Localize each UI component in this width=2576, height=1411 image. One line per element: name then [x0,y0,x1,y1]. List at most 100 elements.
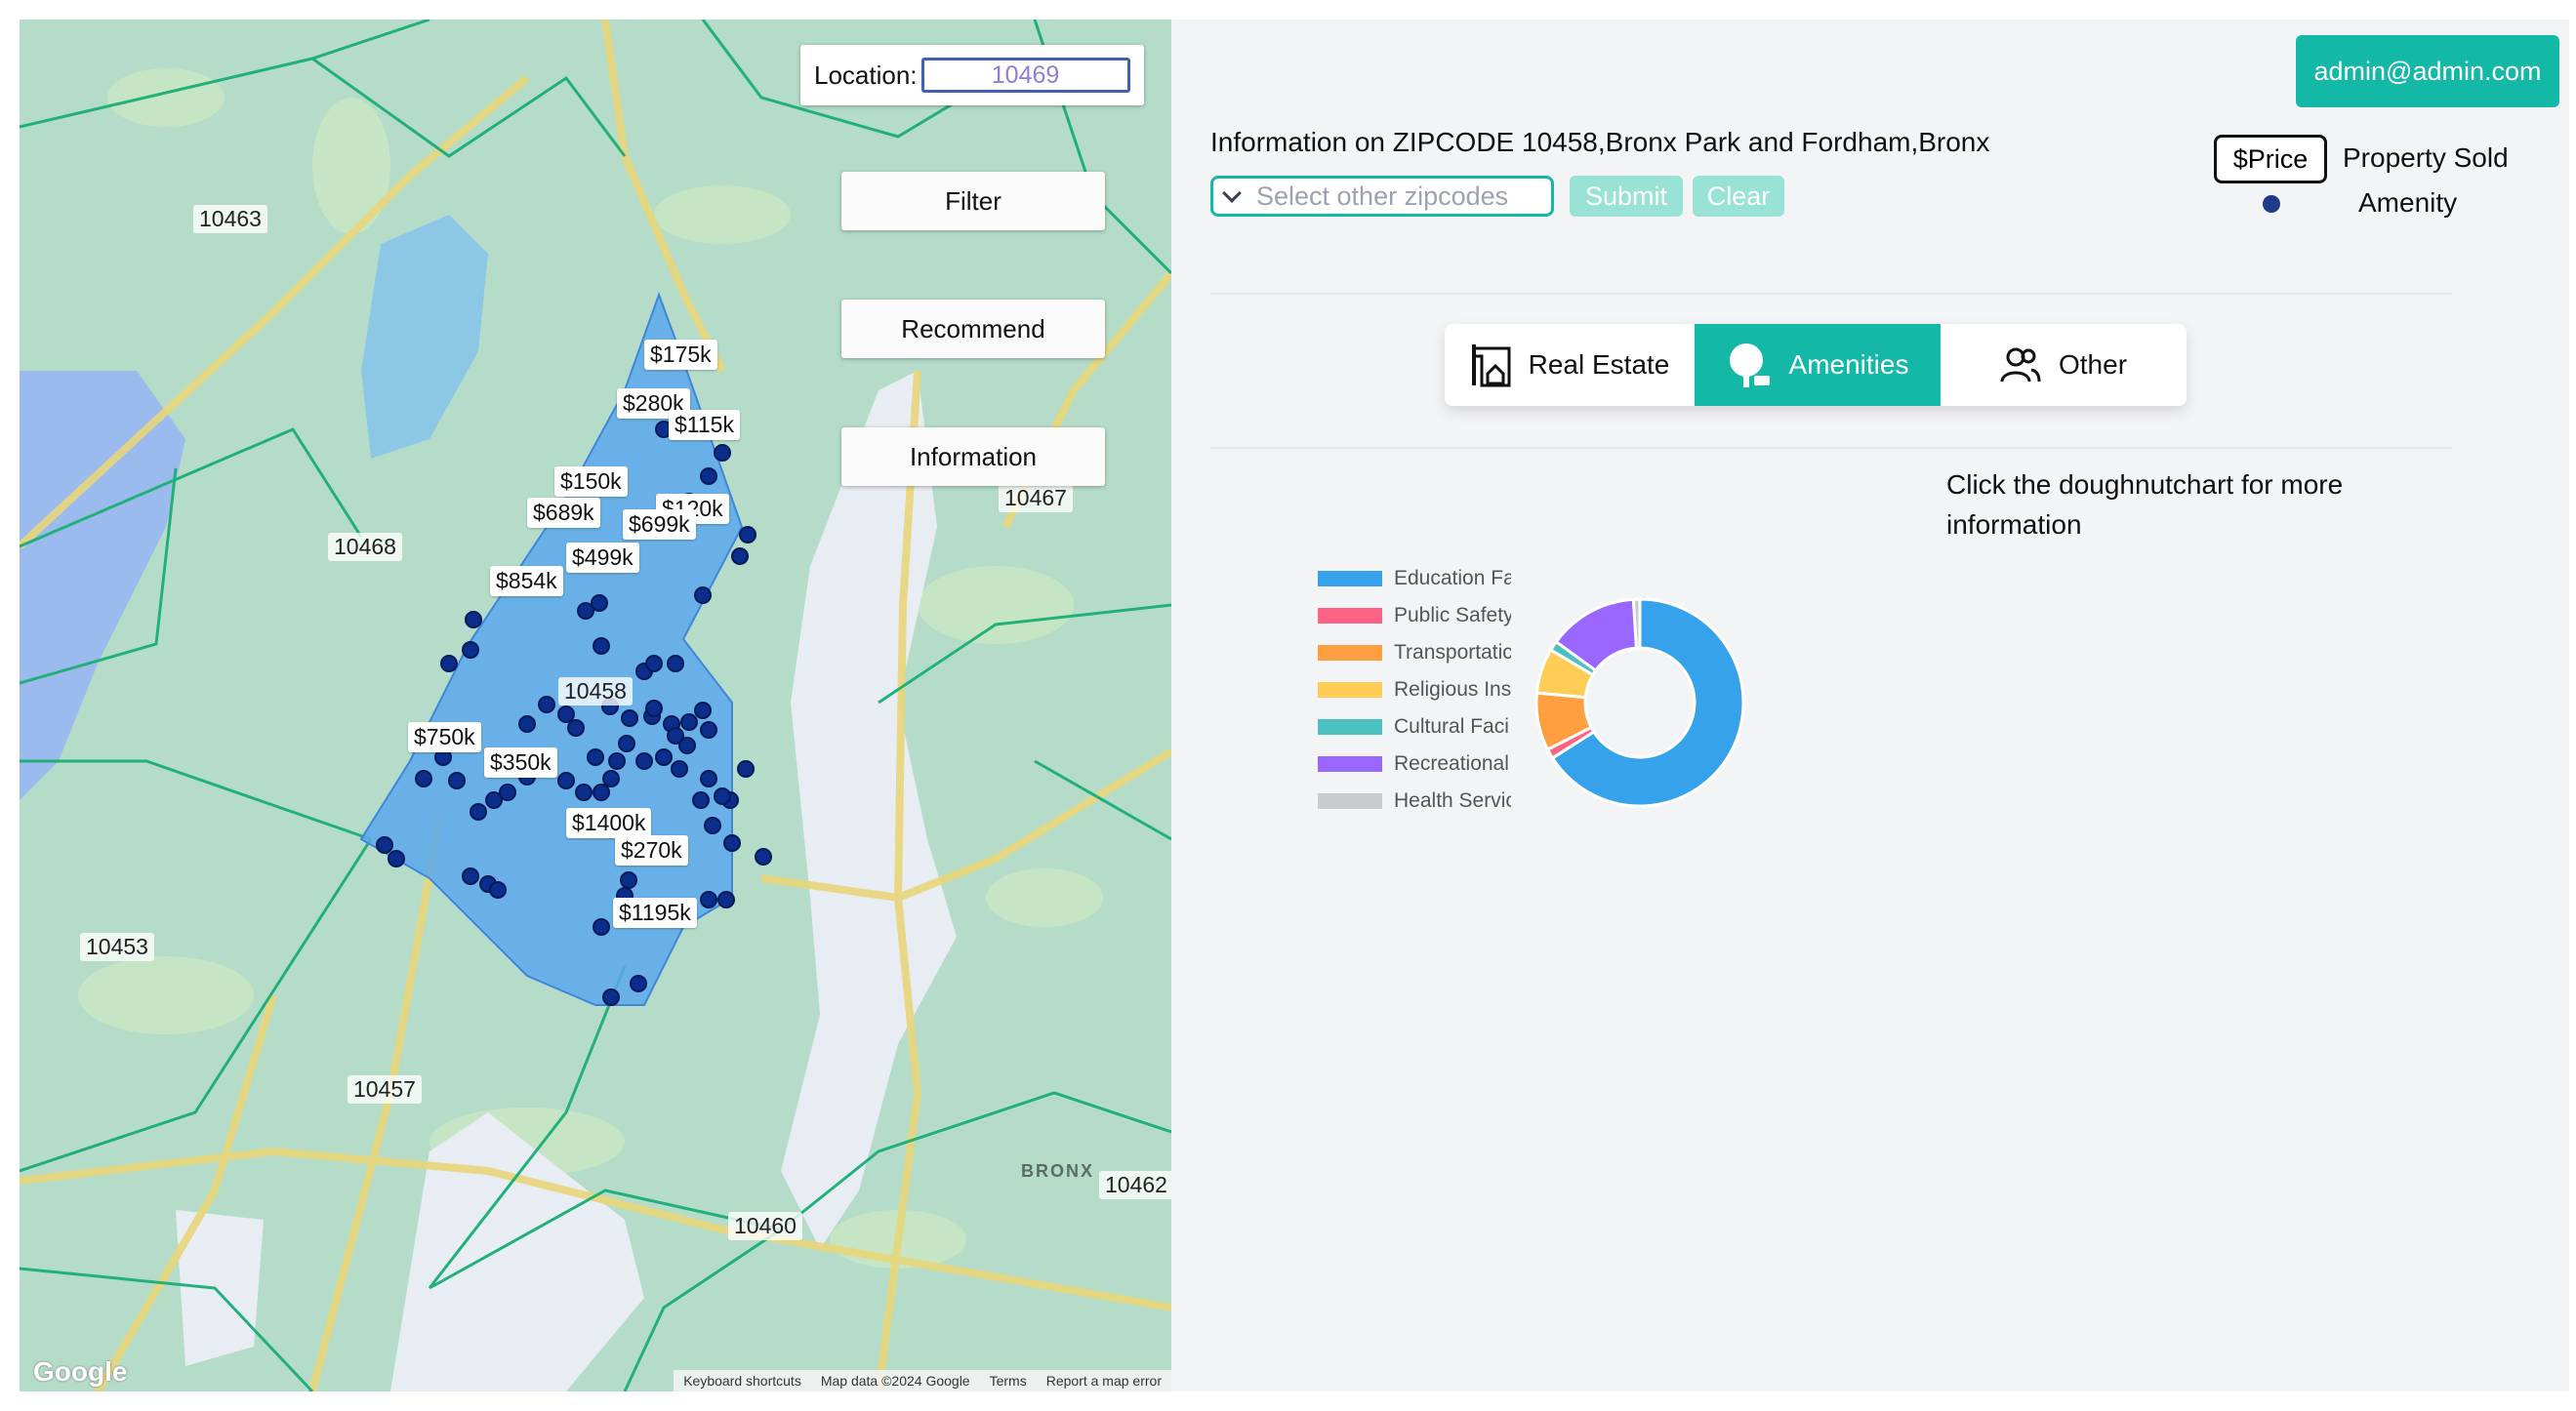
zipcode-select-placeholder: Select other zipcodes [1256,181,1509,211]
amenity-marker[interactable] [717,891,735,908]
amenity-marker[interactable] [723,834,741,852]
price-tag[interactable]: $270k [615,835,688,866]
price-tag[interactable]: $854k [490,566,563,596]
amenity-marker[interactable] [700,721,717,739]
user-account-button[interactable]: admin@admin.com [2296,35,2559,107]
legend-item[interactable]: Cultural Faci [1318,708,1513,746]
legend-item[interactable]: Health Servic [1318,783,1513,820]
location-input[interactable] [920,58,1130,93]
clear-button[interactable]: Clear [1693,176,1784,217]
legend-item[interactable]: Education Fa [1318,560,1513,597]
area-label: BRONX [1021,1161,1095,1181]
amenity-marker[interactable] [462,867,479,885]
tab-amenities[interactable]: Amenities [1695,324,1941,406]
price-tag[interactable]: $175k [644,340,717,370]
amenity-marker[interactable] [465,611,482,628]
amenity-marker[interactable] [700,891,717,908]
chevron-down-icon [1222,183,1242,203]
amenity-marker[interactable] [671,760,688,778]
amenity-marker[interactable] [645,655,663,672]
report-error-link[interactable]: Report a map error [1037,1370,1171,1391]
amenity-marker[interactable] [388,850,405,867]
legend-label: Cultural Faci [1394,715,1509,738]
amenity-marker[interactable] [567,719,585,737]
amenity-marker[interactable] [470,803,487,821]
price-tag[interactable]: $699k [623,509,696,540]
legend-item[interactable]: Recreational [1318,746,1513,783]
amenity-marker[interactable] [440,655,458,672]
amenities-doughnut-chart[interactable] [1513,576,1767,829]
amenity-marker[interactable] [376,836,393,854]
price-tag[interactable]: $1400k [566,808,652,838]
amenity-marker[interactable] [731,547,749,565]
amenity-marker[interactable] [739,526,756,544]
amenity-marker[interactable] [618,735,635,752]
amenity-marker[interactable] [678,737,696,754]
amenity-marker[interactable] [680,713,698,731]
price-tag[interactable]: $1195k [613,898,697,928]
legend-item[interactable]: Public Safety [1318,597,1513,634]
amenity-marker[interactable] [557,706,575,723]
amenity-marker[interactable] [737,760,755,778]
amenity-marker[interactable] [538,696,555,713]
submit-button[interactable]: Submit [1570,176,1683,217]
terms-link[interactable]: Terms [980,1370,1037,1391]
legend-swatch [1318,608,1382,624]
zip-label: 10468 [328,533,402,561]
amenity-marker[interactable] [714,787,731,805]
zipcode-select[interactable]: Select other zipcodes [1210,176,1554,217]
amenity-marker[interactable] [667,655,684,672]
amenity-marker[interactable] [755,848,772,866]
amenity-marker[interactable] [692,791,710,809]
amenity-marker[interactable] [485,791,503,809]
amenity-marker[interactable] [593,784,610,801]
amenity-marker[interactable] [575,784,593,801]
map-footer: Keyboard shortcuts Map data ©2024 Google… [674,1370,1171,1391]
keyboard-shortcuts-link[interactable]: Keyboard shortcuts [674,1370,811,1391]
legend-swatch [1318,682,1382,698]
zip-label: 10458 [558,677,633,706]
amenity-marker[interactable] [593,918,610,936]
filter-button[interactable]: Filter [841,172,1105,230]
price-tag[interactable]: $499k [566,543,639,573]
amenity-marker[interactable] [448,772,466,789]
amenity-marker[interactable] [630,975,647,992]
amenity-marker[interactable] [700,770,717,787]
legend-item[interactable]: Transportatic [1318,634,1513,671]
recommend-button[interactable]: Recommend [841,300,1105,358]
amenity-marker[interactable] [694,702,712,719]
amenity-marker[interactable] [694,586,712,604]
information-button[interactable]: Information [841,427,1105,486]
legend-label: Religious Ins [1394,678,1511,701]
amenity-marker[interactable] [593,637,610,655]
amenity-marker[interactable] [655,748,673,766]
amenity-marker[interactable] [602,770,620,787]
amenity-marker[interactable] [700,467,717,485]
price-tag[interactable]: $750k [408,722,481,752]
amenity-marker[interactable] [591,594,608,612]
amenity-marker[interactable] [602,988,620,1006]
price-tag[interactable]: $350k [484,747,557,778]
amenity-marker[interactable] [704,817,721,834]
amenity-marker[interactable] [714,444,731,462]
amenity-marker[interactable] [608,752,626,770]
amenity-marker[interactable] [645,700,663,717]
legend-item[interactable]: Religious Ins [1318,671,1513,708]
map-view[interactable]: 10463 10468 10467 10458 10453 10457 1046… [20,20,1171,1391]
amenity-marker[interactable] [621,709,638,727]
amenity-marker[interactable] [587,748,604,766]
amenity-marker[interactable] [635,752,653,770]
price-tag[interactable]: $150k [554,466,628,497]
price-tag[interactable]: $689k [527,498,600,528]
amenity-marker[interactable] [415,770,432,787]
amenity-marker[interactable] [518,715,536,733]
amenity-marker[interactable] [620,871,637,889]
legend-swatch [1318,793,1382,809]
tab-real-estate[interactable]: Real Estate [1445,324,1695,406]
amenity-marker[interactable] [489,881,507,899]
tab-other[interactable]: Other [1941,324,2187,406]
amenity-marker[interactable] [557,772,575,789]
price-tag[interactable]: $115k [669,410,740,440]
chart-hint-text: Click the doughnutchart for more informa… [1946,469,2344,540]
amenity-marker[interactable] [462,641,479,659]
